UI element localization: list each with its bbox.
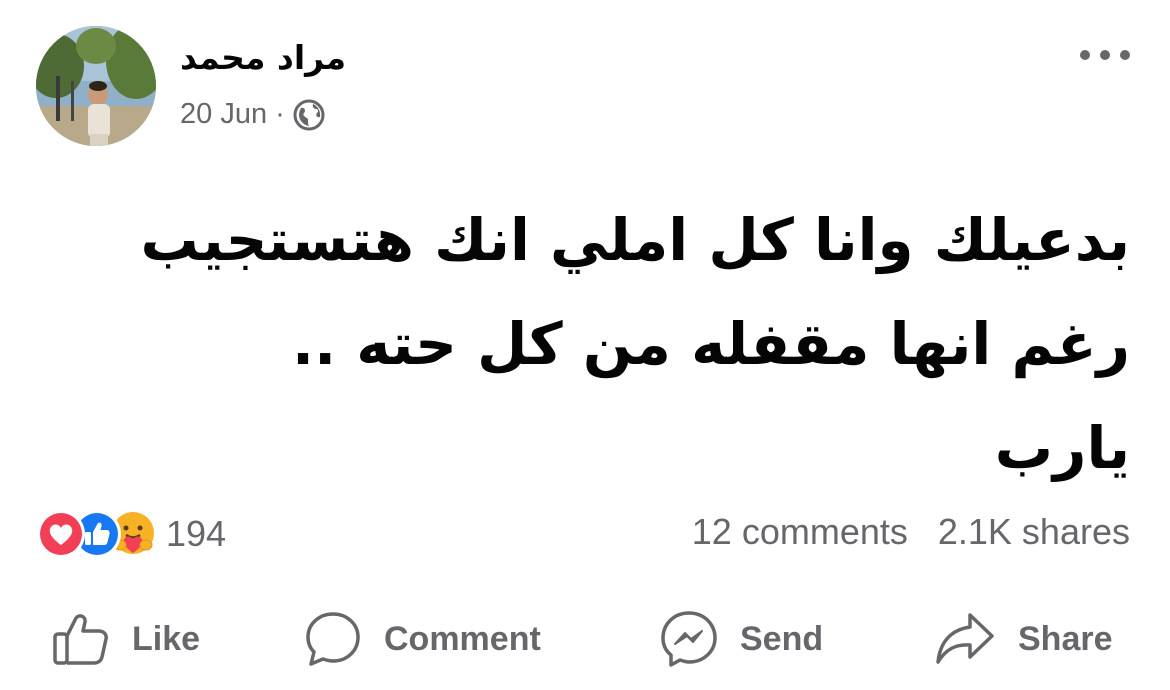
post-text-line: رغم انها مقفله من كل حته ..	[292, 310, 1130, 378]
post-text-line: بدعيلك وانا كل املي انك هتستجيب	[140, 206, 1130, 274]
reactions-summary[interactable]: 194	[36, 509, 226, 559]
engagement-counts: 12 comments 2.1K shares	[692, 511, 1130, 553]
send-label: Send	[740, 619, 824, 658]
globe-icon[interactable]	[293, 99, 325, 131]
like-label: Like	[132, 619, 201, 658]
comment-bubble-icon	[306, 612, 360, 666]
post-text-line: يارب	[994, 414, 1130, 482]
post-action-bar: Like Comment Send Share	[0, 600, 1170, 680]
avatar[interactable]	[36, 26, 156, 146]
love-icon	[36, 509, 86, 559]
share-label: Share	[1018, 619, 1113, 658]
meta-separator: ·	[275, 98, 285, 130]
comment-label: Comment	[384, 619, 541, 658]
post-text: بدعيلك وانا كل املي انك هتستجيب رغم انها…	[40, 188, 1130, 500]
reaction-count: 194	[166, 513, 227, 554]
send-button[interactable]: Send	[660, 610, 823, 668]
messenger-icon	[661, 611, 717, 667]
comment-button[interactable]: Comment	[304, 610, 541, 668]
post-author-name[interactable]: مراد محمد	[180, 38, 346, 77]
more-options-button[interactable]	[1080, 43, 1130, 67]
more-dot-icon	[1100, 50, 1110, 60]
post-meta: 20 Jun ·	[180, 98, 325, 131]
share-button[interactable]: Share	[934, 610, 1113, 668]
like-button[interactable]: Like	[52, 610, 200, 668]
thumbs-up-icon	[53, 614, 108, 665]
more-dot-icon	[1080, 50, 1090, 60]
post-date[interactable]: 20 Jun	[180, 98, 267, 131]
share-arrow-icon	[936, 613, 994, 664]
shares-count[interactable]: 2.1K shares	[938, 511, 1130, 553]
more-dot-icon	[1120, 50, 1130, 60]
comments-count[interactable]: 12 comments	[692, 511, 908, 553]
